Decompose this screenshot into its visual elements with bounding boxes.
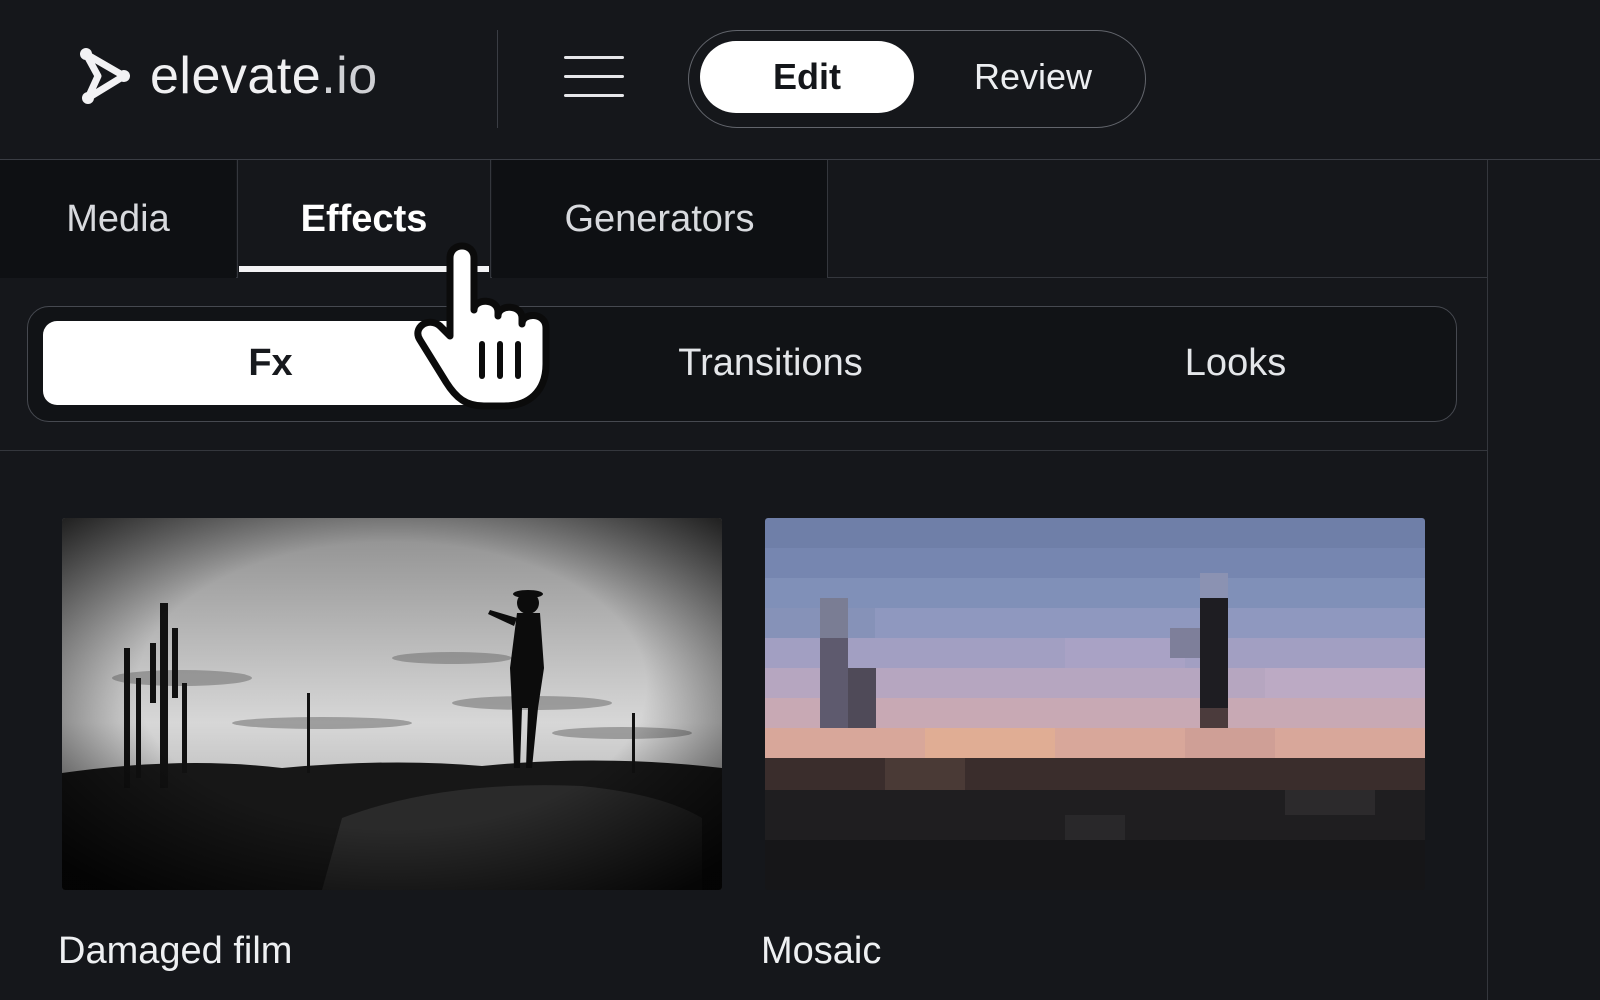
menu-line (564, 75, 624, 78)
header-divider (497, 30, 498, 128)
menu-line (564, 94, 624, 97)
brand-name: elevate (150, 47, 322, 105)
editor-app: elevate.io Edit Review Media Effects Gen… (0, 0, 1600, 1000)
menu-line (564, 56, 624, 59)
subtab-fx[interactable]: Fx (43, 321, 498, 405)
tab-generators[interactable]: Generators (492, 160, 828, 278)
panel-divider (1487, 160, 1488, 1000)
subtab-looks[interactable]: Looks (1018, 321, 1453, 405)
mode-toggle: Edit Review (688, 30, 1146, 128)
effect-card-damaged-film[interactable]: Damaged film (58, 518, 722, 972)
subtab-transitions[interactable]: Transitions (553, 321, 988, 405)
mode-edit-button[interactable]: Edit (700, 41, 914, 113)
play-node-icon (80, 48, 130, 104)
damaged-film-thumbnail (62, 518, 722, 890)
effect-label: Damaged film (58, 930, 293, 972)
panel-tabs: Media Effects Generators (0, 160, 1487, 278)
brand[interactable]: elevate.io (74, 44, 378, 108)
effect-label: Mosaic (761, 930, 882, 972)
tab-effects[interactable]: Effects (237, 160, 491, 278)
tab-media[interactable]: Media (0, 160, 236, 278)
top-bar: elevate.io Edit Review (0, 0, 1600, 160)
active-tab-indicator (239, 266, 489, 272)
brand-tld: .io (321, 47, 378, 105)
effect-card-mosaic[interactable]: Mosaic (761, 518, 1425, 972)
mode-review-button[interactable]: Review (933, 41, 1133, 113)
effects-subtabs: Fx Transitions Looks (27, 306, 1457, 422)
brand-wordmark: elevate.io (150, 50, 378, 102)
hamburger-menu-icon[interactable] (564, 52, 624, 100)
content-separator (0, 450, 1487, 451)
mosaic-thumbnail (765, 518, 1425, 890)
